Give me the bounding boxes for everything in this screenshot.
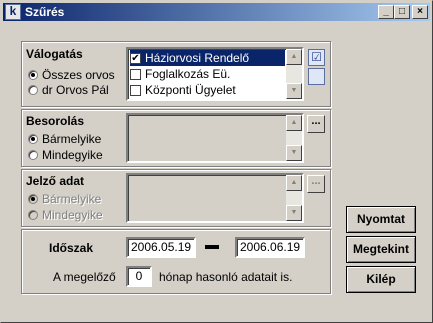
maximize-button[interactable]: □ bbox=[394, 5, 410, 19]
radio-dr-orvos-pal[interactable]: dr Orvos Pál bbox=[28, 83, 109, 97]
radio-label: Összes orvos bbox=[42, 68, 115, 82]
exit-button[interactable]: Kilép bbox=[346, 266, 416, 293]
radio-dot bbox=[28, 134, 38, 144]
radio-label: Bármelyike bbox=[42, 132, 102, 146]
scroll-down-icon[interactable]: ▼ bbox=[286, 145, 302, 161]
scroll-down-icon[interactable]: ▼ bbox=[286, 83, 302, 99]
radio-dot bbox=[28, 85, 38, 95]
scroll-up-icon[interactable]: ▲ bbox=[286, 115, 302, 131]
minimize-button[interactable]: _ bbox=[378, 5, 394, 19]
radio-besorolas-all[interactable]: Mindegyike bbox=[28, 148, 103, 162]
radio-dot bbox=[28, 150, 38, 160]
valogatas-title: Válogatás bbox=[26, 47, 83, 61]
list-item-hazi[interactable]: ✔ Háziorvosi Rendelő bbox=[130, 50, 285, 66]
prev-months-field[interactable]: 0 bbox=[126, 266, 152, 287]
radio-jelzo-all[interactable]: Mindegyike bbox=[28, 208, 103, 222]
radio-dot bbox=[28, 70, 38, 80]
list-item-kozponti[interactable]: Központi Ügyelet bbox=[130, 82, 236, 98]
jelzo-title: Jelző adat bbox=[26, 174, 85, 188]
radio-label: Bármelyike bbox=[42, 192, 102, 206]
listbox-scrollbar[interactable]: ▲ ▼ bbox=[286, 49, 302, 99]
close-button[interactable]: × bbox=[412, 5, 428, 19]
radio-label: dr Orvos Pál bbox=[42, 83, 109, 97]
checkbox-icon[interactable] bbox=[130, 84, 141, 96]
radio-label: Mindegyike bbox=[42, 208, 103, 222]
checkbox-icon[interactable] bbox=[130, 68, 141, 80]
besorolas-scrollbar[interactable]: ▲ ▼ bbox=[286, 115, 302, 161]
radio-jelzo-any[interactable]: Bármelyike bbox=[28, 192, 101, 206]
prev-months-suffix: hónap hasonló adatait is. bbox=[159, 270, 293, 284]
app-icon: k bbox=[5, 4, 21, 20]
date-range-dash bbox=[205, 245, 219, 249]
jelzo-scrollbar[interactable]: ▲ ▼ bbox=[286, 175, 302, 221]
besorolas-more-button[interactable]: ... bbox=[307, 115, 325, 133]
maximize-icon: □ bbox=[398, 6, 406, 17]
jelzo-more-button[interactable]: ... bbox=[307, 175, 325, 193]
window-title: Szűrés bbox=[25, 5, 65, 19]
prev-months-prefix: A megelőző bbox=[53, 270, 116, 284]
minimize-icon: _ bbox=[383, 6, 389, 17]
scroll-down-icon[interactable]: ▼ bbox=[286, 205, 302, 221]
radio-besorolas-any[interactable]: Bármelyike bbox=[28, 132, 101, 146]
close-icon: × bbox=[417, 6, 423, 17]
check-all-icon[interactable]: ☑ bbox=[308, 49, 325, 66]
print-button[interactable]: Nyomtat bbox=[346, 206, 416, 233]
besorolas-title: Besorolás bbox=[26, 114, 85, 128]
filter-window: k Szűrés _ □ × Válogatás Összes orvos dr… bbox=[0, 0, 433, 323]
besorolas-listbox[interactable]: ▲ ▼ bbox=[126, 113, 304, 163]
radio-all-doctors[interactable]: Összes orvos bbox=[28, 68, 115, 82]
jelzo-listbox[interactable]: ▲ ▼ bbox=[126, 173, 304, 223]
list-item-foglalkozas[interactable]: Foglalkozás Eü. bbox=[130, 66, 230, 82]
date-to-field[interactable]: 2006.06.19 bbox=[235, 237, 305, 258]
date-from-field[interactable]: 2006.05.19 bbox=[126, 237, 196, 258]
view-button[interactable]: Megtekint bbox=[346, 236, 416, 263]
scroll-up-icon[interactable]: ▲ bbox=[286, 175, 302, 191]
list-item-label: Központi Ügyelet bbox=[145, 83, 236, 97]
unit-listbox[interactable]: ✔ Háziorvosi Rendelő Foglalkozás Eü. Köz… bbox=[126, 47, 304, 101]
uncheck-all-icon[interactable] bbox=[308, 68, 325, 85]
checkbox-checked-icon[interactable]: ✔ bbox=[130, 52, 141, 64]
list-item-label: Foglalkozás Eü. bbox=[145, 67, 231, 81]
radio-dot bbox=[28, 210, 38, 220]
radio-label: Mindegyike bbox=[42, 148, 103, 162]
ellipsis-icon: ... bbox=[311, 115, 321, 127]
list-item-label: Háziorvosi Rendelő bbox=[145, 51, 250, 65]
radio-dot bbox=[28, 194, 38, 204]
title-bar[interactable]: k Szűrés _ □ × bbox=[3, 3, 430, 21]
period-label: Időszak bbox=[49, 241, 94, 255]
scroll-up-icon[interactable]: ▲ bbox=[286, 49, 302, 65]
ellipsis-icon: ... bbox=[311, 175, 321, 187]
